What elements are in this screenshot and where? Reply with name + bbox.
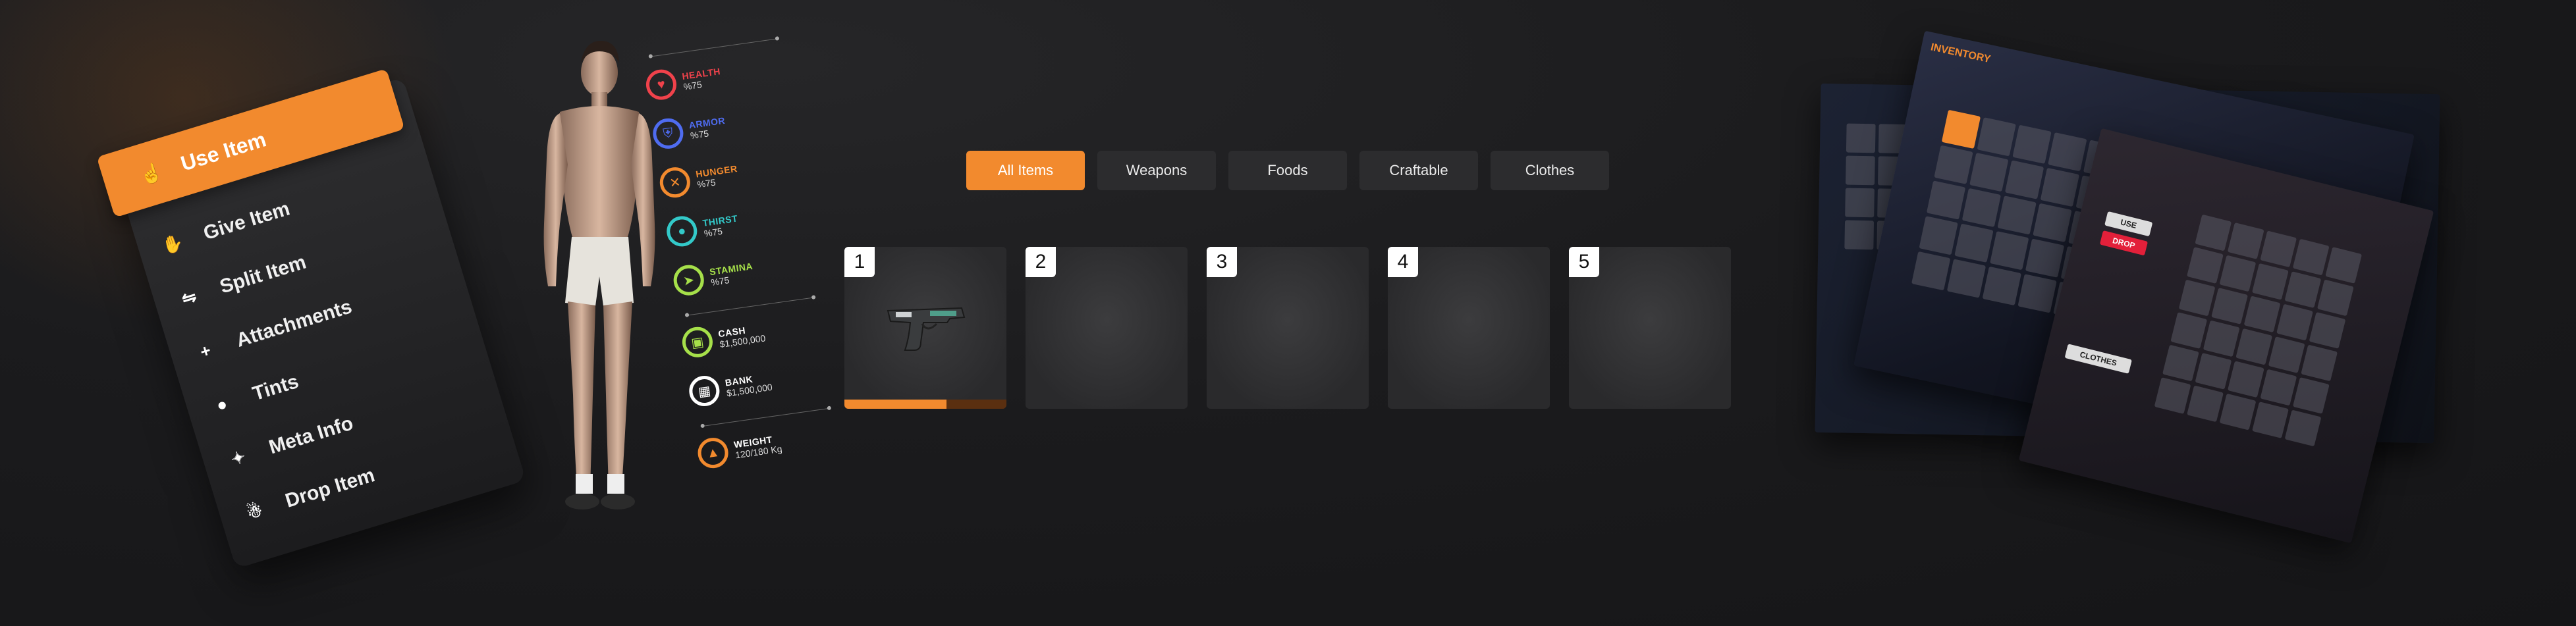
drop-icon: ● xyxy=(665,214,699,249)
durability-bar xyxy=(844,400,1006,409)
inventory-slot-5[interactable]: 5 xyxy=(1569,247,1731,409)
tab-foods[interactable]: Foods xyxy=(1228,151,1347,190)
inventory-slot-4[interactable]: 4 xyxy=(1388,247,1550,409)
menu-item-label: Attachments xyxy=(233,296,355,352)
stat-thirst: ● THIRST %75 xyxy=(665,209,740,249)
sparkle-icon: ✦ xyxy=(228,446,248,469)
tab-craftable[interactable]: Craftable xyxy=(1359,151,1478,190)
tab-label: All Items xyxy=(997,162,1054,178)
divider xyxy=(685,297,816,316)
stat-hunger: ✕ HUNGER %75 xyxy=(657,159,740,200)
slot-number: 2 xyxy=(1026,247,1056,277)
item-context-menu: ✋ Give Item ⇋ Split Item + Attachments ●… xyxy=(96,36,531,569)
shield-icon: ⛨ xyxy=(651,116,686,151)
money-bank: ▦ BANK $1,500,000 xyxy=(687,367,773,409)
slot-number: 1 xyxy=(844,247,875,277)
run-icon: ➤ xyxy=(671,263,706,298)
hand-give-icon: ✋ xyxy=(159,231,186,257)
hand-icon: ☝ xyxy=(137,160,165,187)
tab-label: Weapons xyxy=(1126,162,1188,178)
tab-all-items[interactable]: All Items xyxy=(966,151,1085,190)
preview-grid xyxy=(2154,214,2363,447)
palette-icon: ● xyxy=(213,393,230,415)
inventory-slot-2[interactable]: 2 xyxy=(1026,247,1188,409)
menu-item-label: Use Item xyxy=(177,126,269,176)
menu-item-label: Tints xyxy=(250,370,302,405)
inventory-slot-3[interactable]: 3 xyxy=(1207,247,1369,409)
menu-item-tints[interactable]: ● Tints xyxy=(202,362,304,427)
divider xyxy=(700,407,831,427)
money-cash: ▣ CASH $1,500,000 xyxy=(680,318,767,359)
preview-title: INVENTORY xyxy=(1929,41,1992,66)
menu-item-label: Meta Info xyxy=(266,412,356,459)
stat-armor: ⛨ ARMOR %75 xyxy=(651,111,728,151)
inventory-slot-1[interactable]: 1 xyxy=(844,247,1006,409)
split-icon: ⇋ xyxy=(179,285,199,309)
slot-number: 5 xyxy=(1569,247,1599,277)
slot-number: 4 xyxy=(1388,247,1418,277)
fork-knife-icon: ✕ xyxy=(657,165,692,200)
wallet-icon: ▣ xyxy=(680,325,715,359)
tab-label: Clothes xyxy=(1525,162,1575,178)
preview-clothes-button: CLOTHES xyxy=(2064,344,2132,374)
durability-fill xyxy=(844,400,946,409)
tab-clothes[interactable]: Clothes xyxy=(1491,151,1609,190)
tab-weapons[interactable]: Weapons xyxy=(1097,151,1216,190)
pistol-icon xyxy=(887,307,966,351)
weight-icon: ▲ xyxy=(696,436,730,471)
stat-health: ♥ HEALTH %75 xyxy=(644,61,723,102)
tab-label: Foods xyxy=(1267,162,1308,178)
heart-icon: ♥ xyxy=(644,67,678,102)
slot-number: 3 xyxy=(1207,247,1237,277)
tab-label: Craftable xyxy=(1389,162,1448,178)
stat-stamina: ➤ STAMINA %75 xyxy=(671,256,755,298)
menu-item-label: Split Item xyxy=(217,251,309,298)
weight-indicator: ▲ WEIGHT 120/180 Kg xyxy=(696,429,784,471)
bank-icon: ▦ xyxy=(687,374,722,409)
plus-icon: + xyxy=(198,340,213,362)
drop-icon: ☃ xyxy=(244,499,265,523)
menu-item-label: Drop Item xyxy=(283,464,377,512)
menu-item-label: Give Item xyxy=(201,197,292,245)
